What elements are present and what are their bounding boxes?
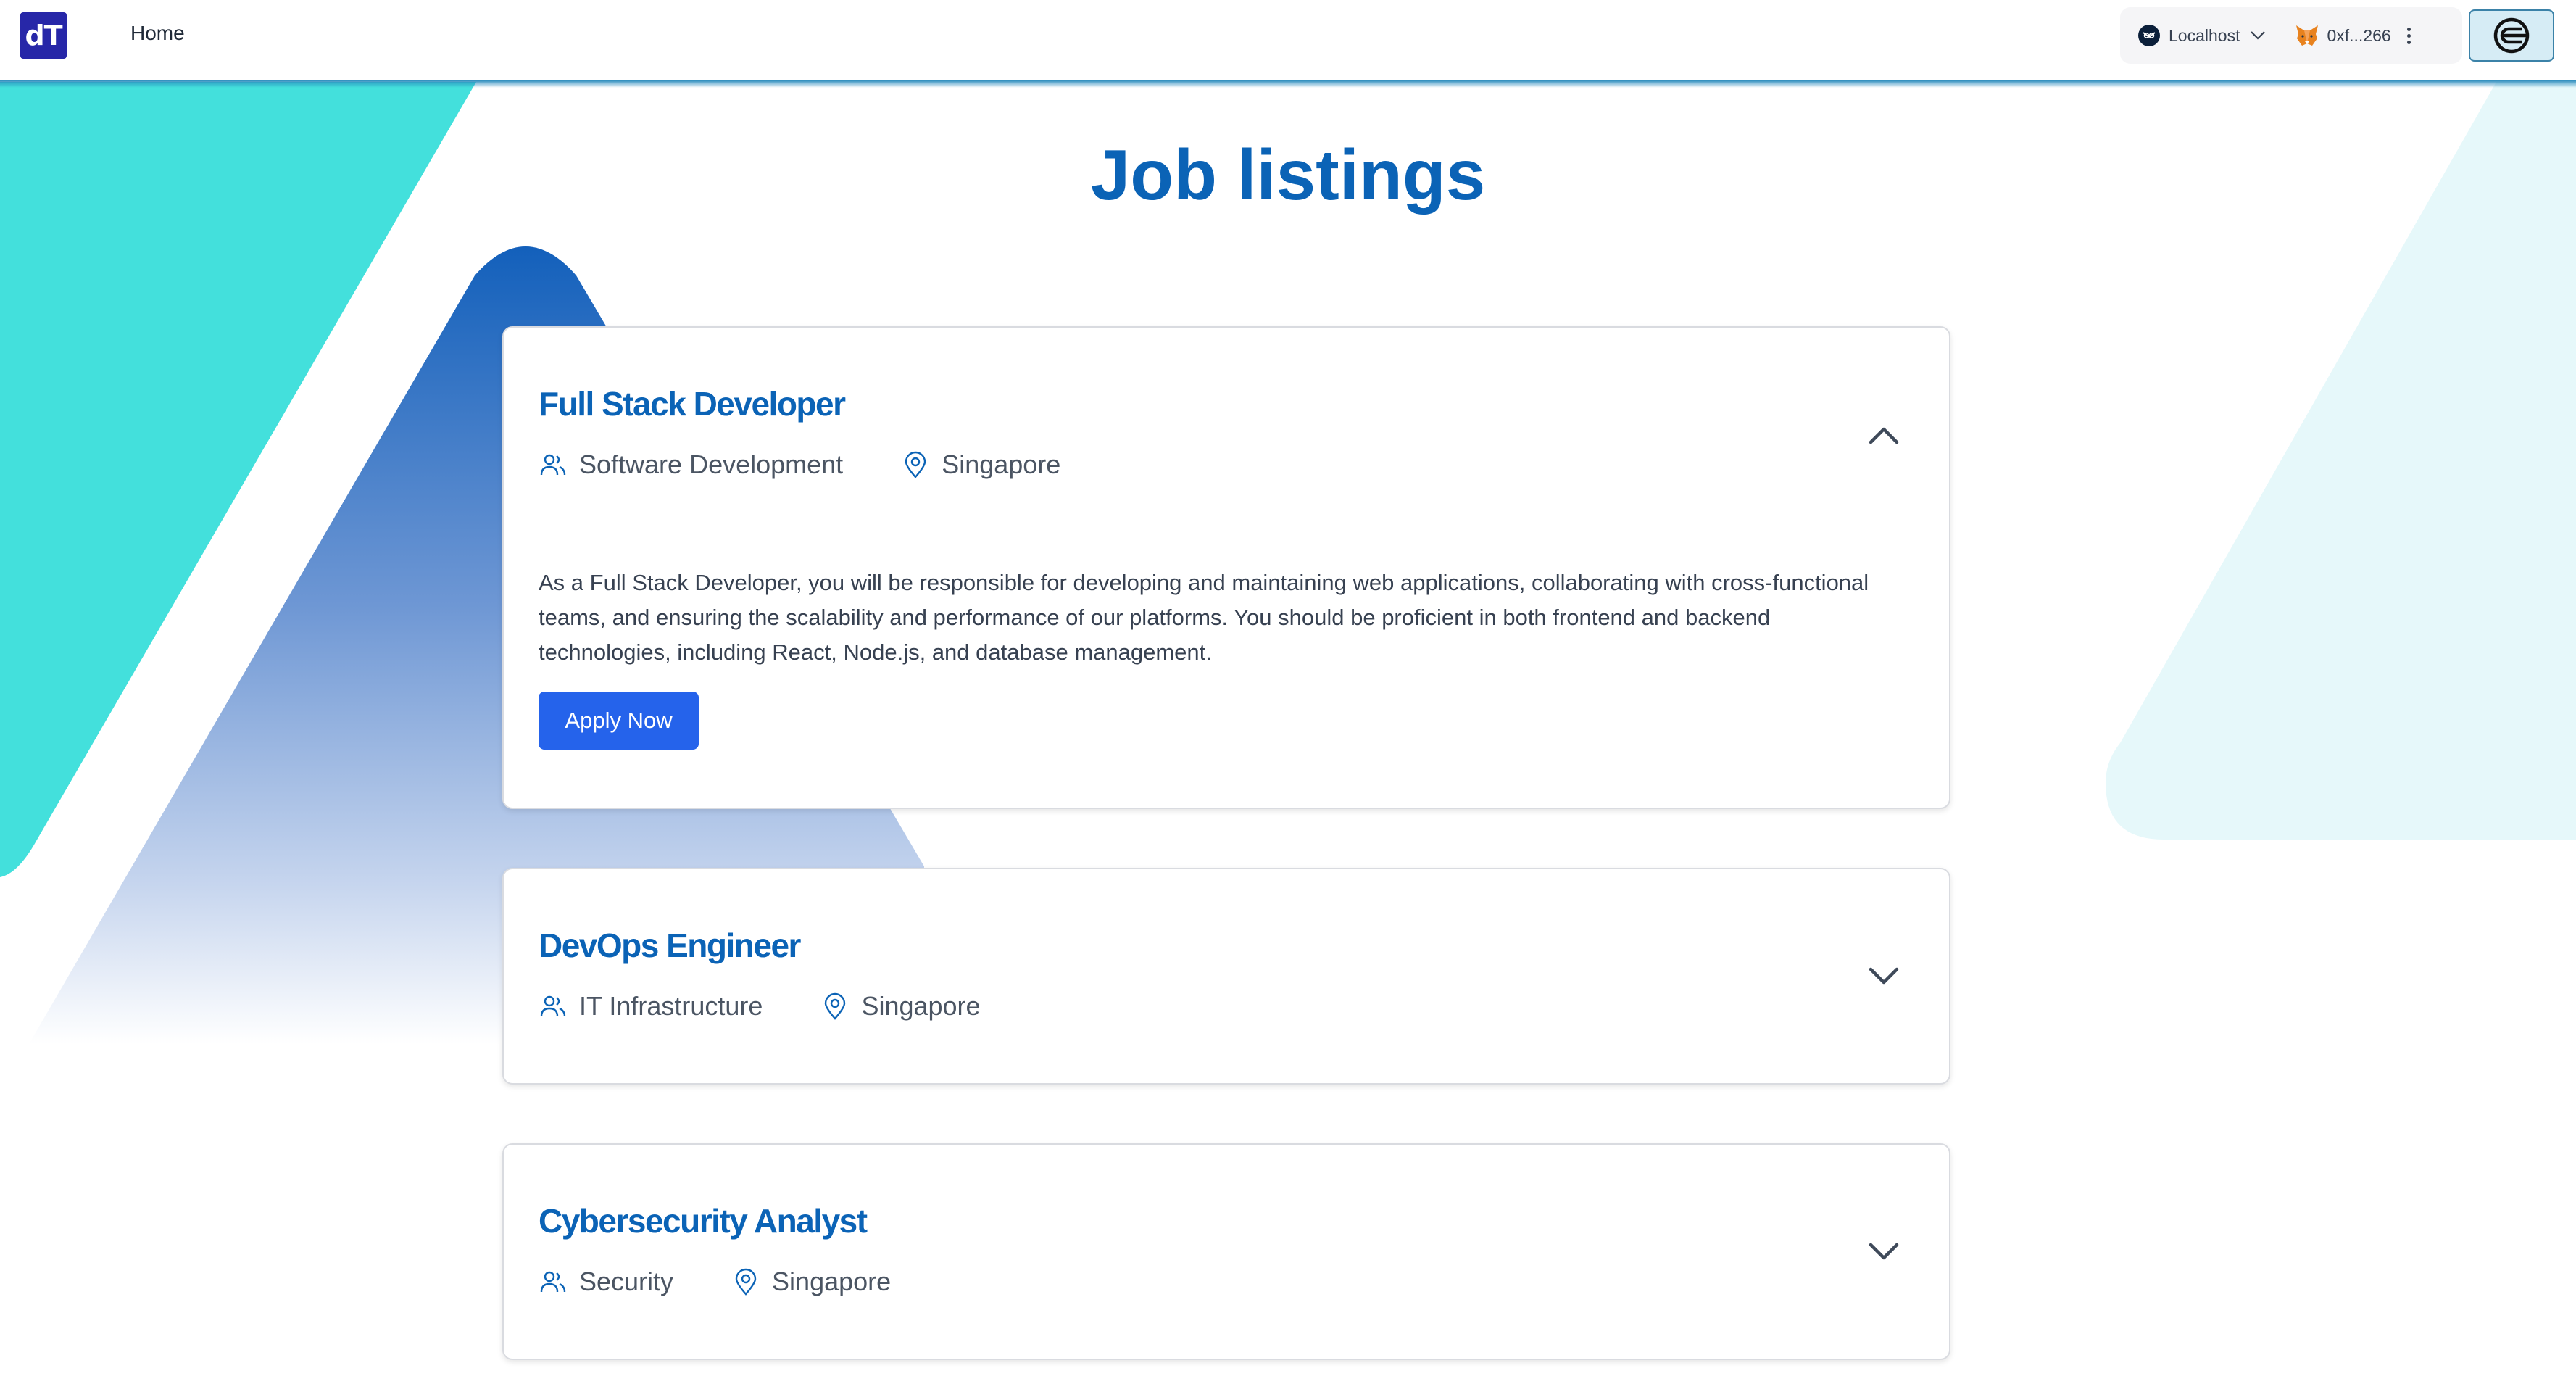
expand-toggle[interactable] [1862, 955, 1906, 998]
job-department: Software Development [579, 449, 844, 479]
map-pin-icon [731, 1267, 760, 1296]
wallet-controls: Localhost 0xf...266 [2120, 7, 2462, 64]
job-department: Security [579, 1267, 674, 1296]
page-title: Job listings [1090, 135, 1486, 215]
chevron-down-icon [1869, 1243, 1899, 1260]
job-title[interactable]: DevOps Engineer [539, 926, 801, 965]
job-location: Singapore [942, 449, 1061, 479]
job-location: Singapore [772, 1267, 892, 1296]
owl-network-icon [2138, 25, 2160, 46]
job-meta: IT Infrastructure Singapore [539, 991, 1039, 1021]
users-icon [539, 992, 568, 1021]
job-title[interactable]: Cybersecurity Analyst [539, 1201, 868, 1240]
top-navbar: dT Home Localhost 0xf...266 [0, 0, 2576, 88]
job-description: As a Full Stack Developer, you will be r… [539, 570, 1869, 665]
chevron-down-icon [1869, 967, 1899, 985]
worldcoin-icon [2493, 17, 2530, 54]
more-options-icon[interactable] [2406, 27, 2411, 44]
users-icon [539, 450, 568, 479]
job-card[interactable]: Cybersecurity Analyst Security Singapore [502, 1143, 1950, 1360]
apply-now-button[interactable]: Apply Now [539, 692, 699, 750]
job-department: IT Infrastructure [579, 991, 763, 1021]
network-selector[interactable]: Localhost [2169, 26, 2240, 46]
map-pin-icon [820, 992, 849, 1021]
users-icon [539, 1267, 568, 1296]
worldcoin-connect-button[interactable] [2469, 9, 2554, 62]
chevron-up-icon [1869, 427, 1899, 444]
job-meta: Software Development Singapore [539, 449, 1118, 480]
job-meta: Security Singapore [539, 1267, 949, 1297]
nav-home-link[interactable]: Home [130, 22, 185, 45]
job-title[interactable]: Full Stack Developer [539, 384, 846, 423]
job-card: Full Stack Developer Software Developmen… [502, 326, 1950, 809]
job-location: Singapore [861, 991, 981, 1021]
app-logo[interactable]: dT [20, 12, 67, 59]
account-address[interactable]: 0xf...266 [2327, 26, 2390, 46]
map-pin-icon [901, 450, 930, 479]
job-card[interactable]: DevOps Engineer IT Infrastructure Singap… [502, 868, 1950, 1085]
chevron-down-icon[interactable] [2250, 30, 2266, 41]
expand-toggle[interactable] [1862, 1230, 1906, 1274]
collapse-toggle[interactable] [1862, 413, 1906, 457]
metamask-fox-icon [2295, 24, 2319, 47]
